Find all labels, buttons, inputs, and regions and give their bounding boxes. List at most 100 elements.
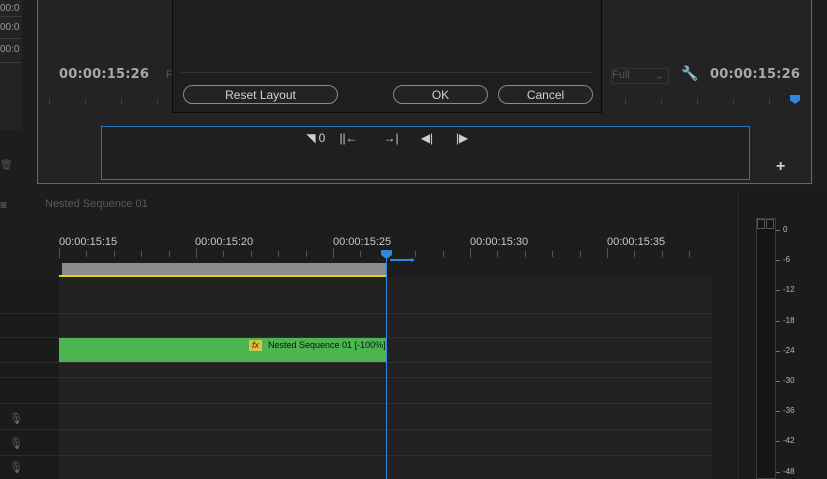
go-to-out-icon[interactable]: →| [381, 131, 401, 147]
ruler-tick [579, 251, 581, 257]
ruler-tick [661, 251, 663, 257]
ruler-tick [607, 248, 608, 258]
db-label: -6 [783, 255, 791, 265]
db-label: 0 [783, 225, 788, 234]
trash-icon[interactable]: 🗑 [0, 160, 13, 171]
track-header-separator [0, 429, 58, 430]
playhead-line[interactable] [386, 257, 387, 479]
panel-menu-icon[interactable]: ≡ [0, 198, 7, 212]
ruler-tick [85, 98, 86, 105]
ruler-tick [360, 251, 362, 257]
go-to-in-icon[interactable]: |← [340, 131, 360, 147]
ruler-tick [223, 251, 225, 257]
track-header-separator [0, 362, 58, 363]
db-tick [776, 260, 780, 262]
audio-meter [756, 218, 776, 479]
track-header-separator [0, 337, 58, 338]
ruler-tick [769, 98, 770, 105]
db-tick [776, 320, 780, 322]
db-label: -12 [783, 285, 795, 295]
step-back-icon[interactable]: ◀| [417, 131, 437, 147]
ruler-tick [157, 98, 158, 105]
ruler-tick [49, 98, 50, 105]
ruler-tick [333, 248, 334, 258]
divider [0, 16, 22, 17]
cancel-button[interactable]: Cancel [498, 85, 593, 104]
ruler-tick [305, 251, 307, 257]
ruler-tick [442, 251, 444, 257]
wrench-icon[interactable]: 🔧 [681, 65, 698, 82]
db-label: -24 [783, 345, 795, 355]
reset-layout-button[interactable]: Reset Layout [183, 85, 338, 104]
db-tick [776, 471, 780, 473]
db-tick [776, 411, 780, 413]
project-panel-edge: 00:0 00:0 00:0 [0, 0, 22, 130]
db-label: -18 [783, 315, 795, 325]
nested-sequence-clip[interactable]: fx Nested Sequence 01 [-100%] [59, 338, 386, 362]
ruler-tick [168, 251, 170, 257]
ruler-tick [196, 248, 197, 258]
divider [0, 62, 22, 63]
ruler-time: 00:00:15:35 [607, 236, 666, 248]
ruler-tick [250, 251, 252, 257]
add-button[interactable]: + [776, 158, 785, 176]
ruler-tick [415, 251, 417, 257]
db-tick [776, 350, 780, 352]
clip-label: Nested Sequence 01 [-100%] [268, 340, 386, 350]
ruler-tick [497, 251, 499, 257]
work-area-bar[interactable] [62, 263, 387, 275]
ruler-tick [470, 248, 471, 258]
ruler-tick [661, 98, 662, 105]
left-value: 00:0 [0, 22, 20, 33]
left-value: 00:0 [0, 3, 20, 14]
track-header-separator [0, 455, 58, 456]
current-timecode[interactable]: 00:00:15:26 [59, 67, 149, 82]
db-tick [776, 381, 780, 382]
ruler-tick [524, 251, 526, 257]
db-label: -36 [783, 406, 795, 416]
track-header-separator [0, 377, 58, 378]
step-forward-icon[interactable]: |▶ [452, 131, 472, 147]
duration-timecode: 00:00:15:26 [710, 67, 801, 82]
microphone-icon[interactable]: 🎙 [9, 437, 23, 450]
ruler-tick [141, 251, 143, 257]
ok-button[interactable]: OK [393, 85, 488, 104]
ruler-tick [625, 98, 626, 105]
link-icon[interactable]: 0 [312, 131, 332, 147]
left-value: 00:0 [0, 44, 20, 55]
ruler-tick [733, 98, 734, 105]
ruler-tick [552, 251, 554, 257]
fx-badge: fx [249, 340, 262, 351]
db-label: -42 [783, 436, 795, 446]
playhead-arrow [390, 258, 415, 262]
ruler-time: 00:00:15:25 [333, 236, 392, 248]
microphone-icon[interactable]: 🎙 [9, 412, 23, 425]
divider [0, 38, 22, 39]
sequence-tab[interactable]: Nested Sequence 01 [45, 198, 148, 210]
chevron-down-icon: ⌄ [654, 70, 664, 82]
db-tick [776, 441, 780, 443]
ruler-tick [697, 98, 698, 105]
clip-indicator[interactable] [766, 219, 774, 229]
ruler-tick [86, 251, 88, 257]
clip-indicator[interactable] [757, 219, 765, 229]
microphone-icon[interactable]: 🎙 [9, 461, 23, 474]
db-tick [776, 230, 780, 231]
ruler-time: 00:00:15:30 [470, 236, 529, 248]
db-tick [776, 290, 780, 292]
ruler-tick [59, 248, 60, 258]
divider [181, 72, 593, 73]
db-label: -30 [783, 376, 795, 385]
track-header-separator [0, 403, 58, 404]
ruler-tick [121, 98, 122, 105]
resolution-value: Full [612, 69, 630, 81]
button-editor-dialog: Reset Layout OK Cancel [172, 0, 602, 113]
ruler-time: 00:00:15:20 [195, 236, 254, 248]
ruler-tick [113, 251, 115, 257]
track-header-separator [0, 313, 58, 314]
ruler-tick [689, 251, 691, 257]
resolution-dropdown[interactable]: Full ⌄ [611, 68, 669, 84]
ruler-tick [634, 251, 636, 257]
ruler-time: 00:00:15:15 [59, 236, 118, 248]
db-label: -48 [783, 466, 795, 476]
